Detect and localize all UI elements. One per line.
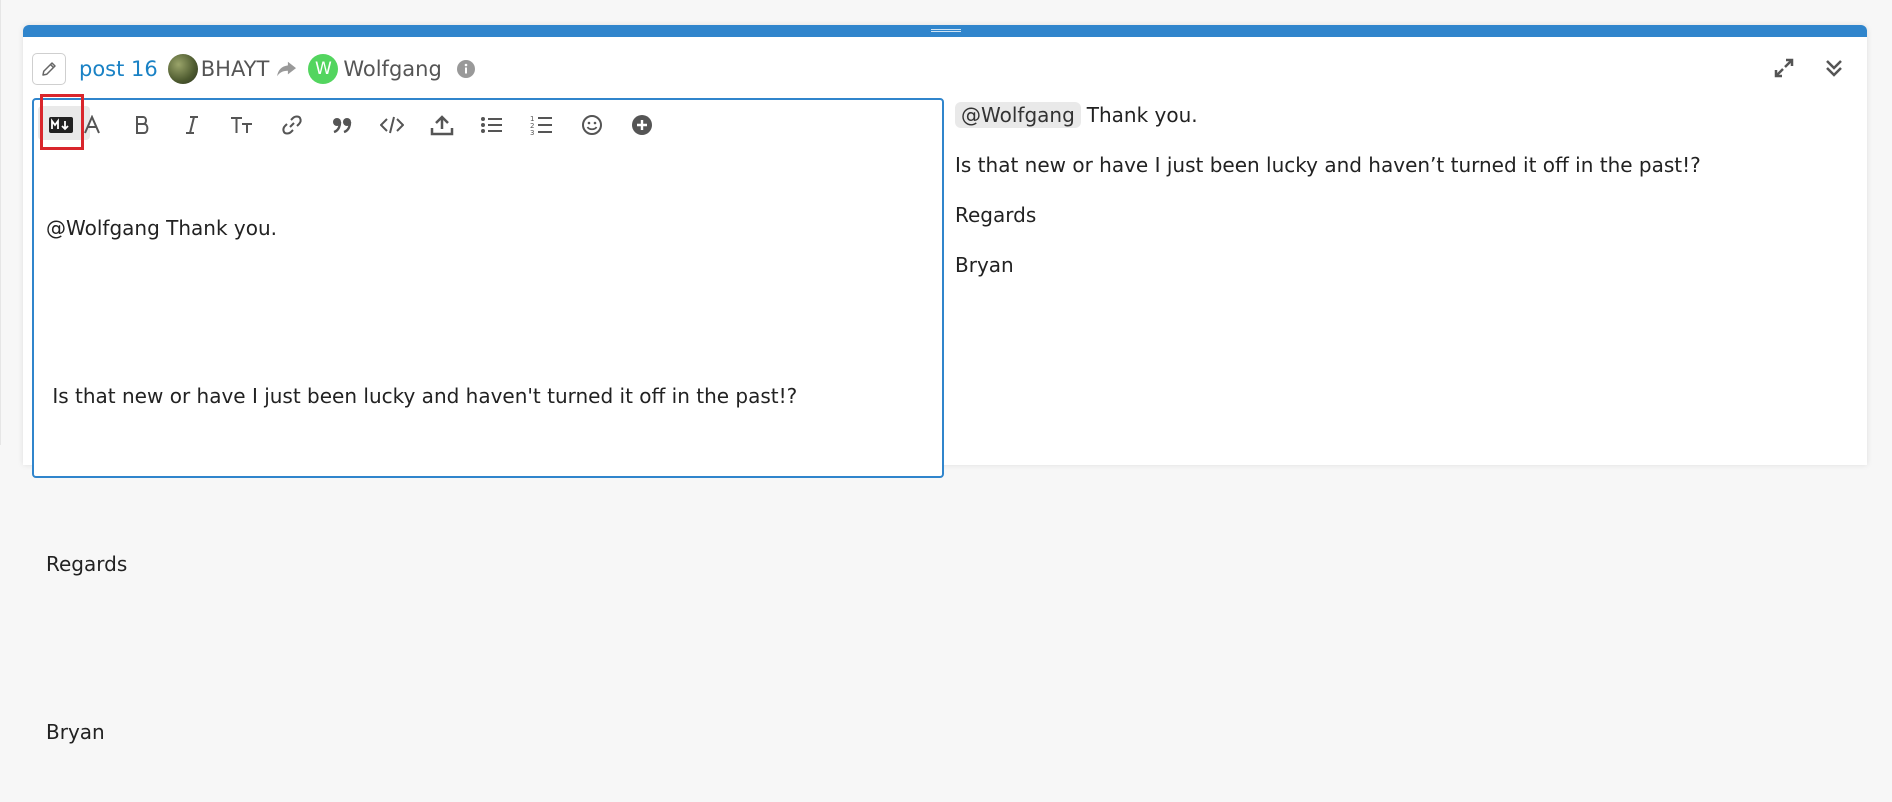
markdown-toggle-highlight [40, 94, 84, 150]
preview-pane: @Wolfgang Thank you. Is that new or have … [955, 101, 1855, 279]
options-button[interactable] [627, 110, 657, 140]
code-icon [380, 116, 404, 134]
editor-textarea[interactable]: @Wolfgang Thank you. Is that new or have… [46, 158, 926, 802]
numbered-list-button[interactable]: 1 2 3 [527, 110, 557, 140]
bullet-list-button[interactable] [477, 110, 507, 140]
smile-icon [582, 115, 602, 135]
expand-icon[interactable] [1773, 57, 1795, 79]
avatar[interactable] [167, 54, 198, 84]
composer-resize-bar[interactable] [23, 25, 1867, 37]
quote-button[interactable] [327, 110, 357, 140]
bold-button[interactable] [127, 110, 157, 140]
svg-text:3: 3 [530, 129, 534, 136]
upload-button[interactable] [427, 110, 457, 140]
editor-line: Regards [46, 552, 128, 576]
bullet-list-icon [481, 117, 502, 133]
emoji-button[interactable] [577, 110, 607, 140]
bold-icon [136, 116, 149, 134]
link-icon [282, 115, 302, 135]
editor-line: Is that new or have I just been lucky an… [46, 384, 798, 408]
font-icon [84, 115, 100, 134]
numbered-list-icon: 1 2 3 [530, 115, 552, 136]
preview-paragraph: Is that new or have I just been lucky an… [955, 153, 1701, 177]
reply-arrow-icon [276, 60, 298, 78]
quote-icon [333, 118, 352, 134]
markdown-editor[interactable]: 1 2 3 @Wolfgang Thank you. Is that new o… [32, 94, 944, 744]
code-button[interactable] [377, 110, 407, 140]
avatar-initial: W [314, 59, 332, 79]
edit-pencil-button[interactable] [32, 53, 66, 85]
reply-to-user-name[interactable]: Wolfgang [343, 57, 441, 81]
editor-line: @Wolfgang Thank you. [46, 216, 277, 240]
upload-icon [430, 115, 454, 136]
reply-header: post 16 BHAYT W Wolfgang [32, 51, 1852, 87]
heading-button[interactable] [227, 110, 257, 140]
info-icon[interactable] [456, 59, 476, 79]
preview-paragraph: Regards [955, 203, 1037, 227]
preview-paragraph: Bryan [955, 253, 1014, 277]
preview-text: Thank you. [1086, 103, 1198, 127]
italic-icon [186, 116, 198, 134]
editor-line: Bryan [46, 720, 105, 744]
post-link[interactable]: post 16 [79, 57, 158, 81]
reply-to-avatar[interactable]: W [308, 54, 339, 84]
collapse-chevrons-icon[interactable] [1823, 57, 1845, 79]
plus-circle-icon [632, 115, 652, 135]
original-user-name[interactable]: BHAYT [201, 57, 270, 81]
mention-chip[interactable]: @Wolfgang [955, 102, 1081, 128]
grip-handle-icon[interactable] [931, 29, 961, 33]
link-button[interactable] [277, 110, 307, 140]
heading-icon [231, 117, 252, 133]
pencil-icon [42, 62, 56, 76]
page-edge [0, 0, 1, 445]
italic-button[interactable] [177, 110, 207, 140]
reply-composer: post 16 BHAYT W Wolfgang 1 2 3 @Wolfgang… [23, 25, 1867, 744]
preview-paragraph: @Wolfgang Thank you. [955, 101, 1855, 129]
